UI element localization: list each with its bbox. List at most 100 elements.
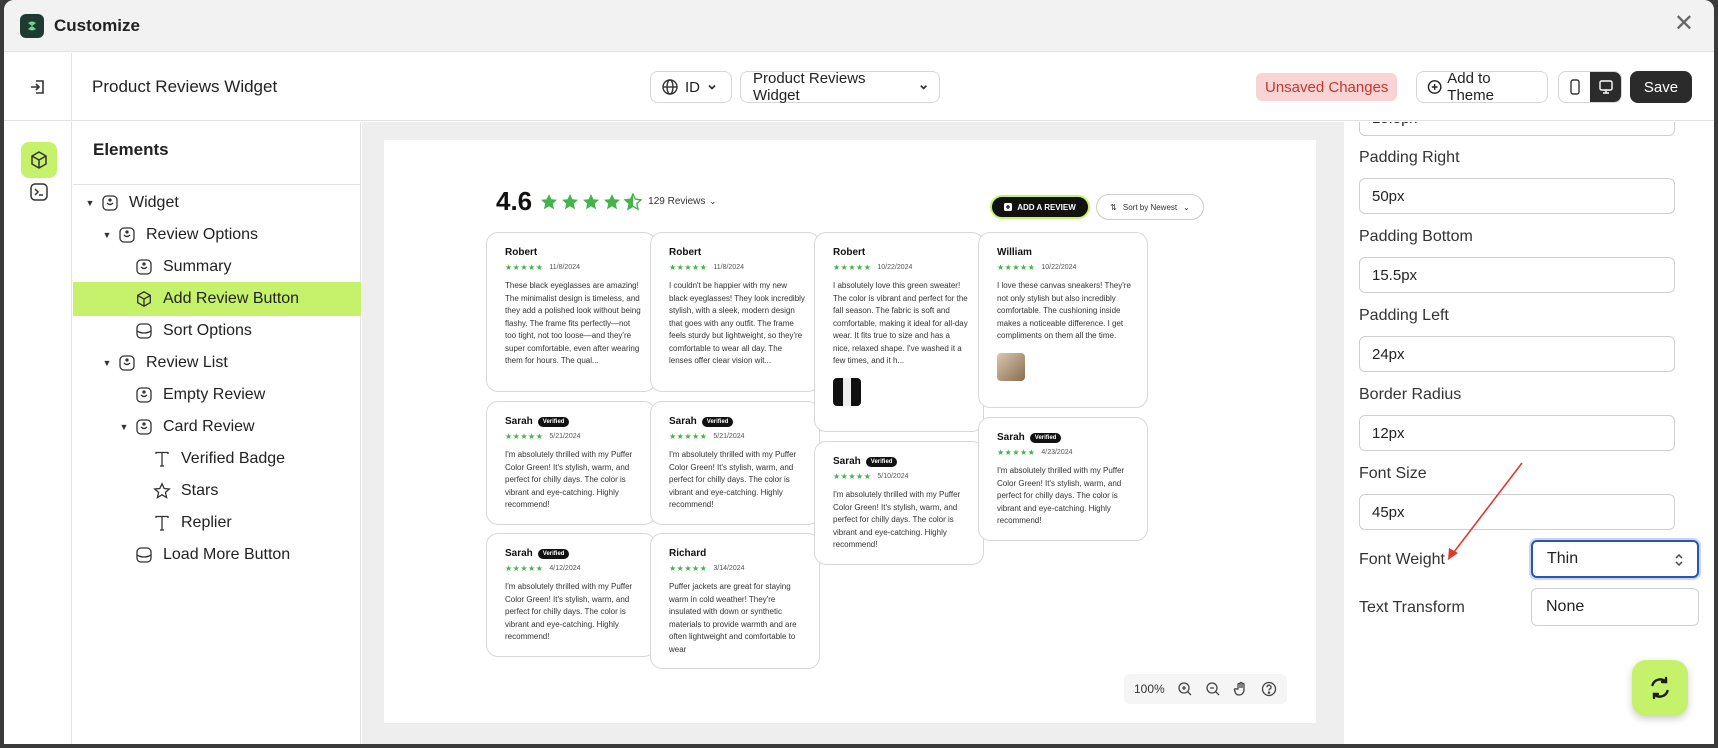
reviewer-name: Sarah — [669, 416, 697, 427]
widget-select[interactable]: Product Reviews Widget — [740, 70, 940, 104]
chevron-down-icon — [708, 84, 716, 90]
review-text: I'm absolutely thrilled with my Puffer C… — [669, 450, 797, 509]
tree-item-stars[interactable]: Stars — [73, 474, 361, 508]
review-card: Robert ★★★★★ 11/8/2024 I couldn't be happ… — [650, 232, 820, 392]
caret-down-icon[interactable]: ▼ — [119, 422, 129, 432]
tree-item-summary[interactable]: Summary — [73, 250, 361, 284]
tree-item-load-more-button[interactable]: Load More Button — [73, 538, 361, 572]
padding-right-input[interactable]: 50px — [1359, 178, 1675, 214]
review-card: William ★★★★★ 10/22/2024 I love these can… — [978, 232, 1148, 408]
review-card: Sarah Verified ★★★★★ 4/12/2024 I'm absolut… — [486, 533, 656, 657]
zoom-in-icon[interactable] — [1177, 681, 1193, 697]
review-date: 10/22/2024 — [1041, 264, 1077, 271]
reviewer-name: William — [997, 247, 1032, 258]
padding-left-input[interactable]: 24px — [1359, 336, 1675, 372]
review-text: These black eyeglasses are amazing! The … — [505, 281, 641, 365]
tree-item-card-review[interactable]: ▼ Card Review — [73, 410, 361, 444]
hand-icon[interactable] — [1233, 681, 1249, 697]
reviewer-name: Sarah — [997, 432, 1025, 443]
elements-tab-button[interactable] — [21, 142, 57, 178]
review-date: 11/8/2024 — [713, 264, 744, 271]
cube-icon — [135, 290, 153, 308]
help-icon[interactable] — [1261, 681, 1277, 697]
add-to-theme-button[interactable]: Add to Theme — [1416, 70, 1548, 104]
review-stars: ★★★★★ — [997, 448, 1036, 457]
top-toolbar: Product Reviews Widget ID Product Review… — [4, 53, 1714, 121]
review-date: 5/21/2024 — [549, 433, 581, 440]
reviewer-name: Robert — [505, 247, 538, 258]
tree-item-sort-options[interactable]: Sort Options — [73, 314, 361, 348]
padding-top-input[interactable]: 15.5px — [1359, 122, 1675, 136]
review-photo[interactable] — [997, 352, 1025, 381]
exit-button[interactable] — [4, 53, 72, 121]
padding-bottom-input[interactable]: 15.5px — [1359, 257, 1675, 293]
review-card: Sarah Verified ★★★★★ 5/21/2024 I'm absolut… — [650, 401, 820, 525]
review-text: I absolutely love this green sweater! Th… — [833, 281, 968, 365]
font-weight-select[interactable]: Thin — [1531, 540, 1699, 578]
zoom-level: 100% — [1134, 682, 1165, 696]
star-icon — [541, 193, 558, 209]
caret-down-icon[interactable]: ▼ — [102, 358, 112, 368]
text-transform-label: Text Transform — [1359, 599, 1465, 616]
language-value: ID — [685, 78, 700, 96]
review-date: 5/21/2024 — [713, 433, 745, 440]
zoom-controls: 100% — [1124, 674, 1287, 704]
review-stars: ★★★★★ — [833, 472, 872, 481]
add-review-button[interactable]: ADD A REVIEW — [990, 195, 1090, 219]
sort-select[interactable]: ⇅ Sort by Newest ⌄ — [1096, 194, 1204, 220]
review-stars: ★★★★★ — [669, 432, 708, 441]
rating-stars — [540, 192, 643, 211]
tree-item-review-list[interactable]: ▼ Review List — [73, 346, 361, 380]
review-card: Robert ★★★★★ 10/22/2024 I absolutely love… — [814, 232, 984, 432]
caret-down-icon[interactable]: ▼ — [102, 230, 112, 240]
preview-area: 4.6 129 Reviews ⌄ ADD A REVIEW ⇅ Sort by… — [362, 122, 1344, 744]
tree-item-label: Stars — [181, 482, 219, 499]
star-half-icon — [624, 192, 643, 211]
tree-item-add-review-button[interactable]: Add Review Button — [73, 282, 361, 316]
zoom-out-icon[interactable] — [1205, 681, 1221, 697]
verified-badge: Verified — [537, 548, 570, 559]
panel-icon — [135, 546, 153, 564]
review-stars: ★★★★★ — [833, 263, 872, 272]
unsaved-changes-badge: Unsaved Changes — [1256, 73, 1398, 101]
close-icon[interactable]: ✕ — [1674, 12, 1694, 36]
verified-badge: Verified — [701, 416, 734, 427]
tree-item-widget[interactable]: ▼ Widget — [73, 186, 361, 220]
tree-item-review-options[interactable]: ▼ Review Options — [73, 218, 361, 252]
save-button[interactable]: Save — [1630, 71, 1692, 103]
chevron-down-icon[interactable]: ⌄ — [709, 197, 716, 206]
cube-icon — [31, 151, 47, 169]
border-radius-input[interactable]: 12px — [1359, 415, 1675, 451]
review-photo[interactable] — [833, 377, 861, 406]
verified-badge: Verified — [1029, 432, 1062, 443]
review-card: Robert ★★★★★ 11/8/2024 These black eyegla… — [486, 232, 656, 392]
reviewer-name: Richard — [669, 548, 707, 559]
tree-item-label: Load More Button — [163, 546, 291, 563]
mobile-view-button[interactable] — [1559, 72, 1590, 102]
review-text: I'm absolutely thrilled with my Puffer C… — [833, 490, 961, 549]
plus-circle-icon — [1427, 80, 1442, 94]
font-size-label: Font Size — [1359, 465, 1427, 482]
text-transform-select[interactable]: None — [1531, 588, 1699, 626]
code-tab-button[interactable] — [21, 174, 57, 210]
review-card: Sarah Verified ★★★★★ 4/23/2024 I'm absolut… — [978, 417, 1148, 541]
font-size-input[interactable]: 45px — [1359, 494, 1675, 530]
tree-item-replier[interactable]: Replier — [73, 506, 361, 540]
properties-panel: 15.5px Padding Right 50px Padding Bottom… — [1345, 122, 1714, 744]
refresh-button[interactable] — [1632, 660, 1688, 716]
tree-item-label: Sort Options — [163, 322, 252, 339]
font-weight-value: Thin — [1547, 550, 1579, 567]
star-icon — [153, 482, 171, 500]
tree-item-empty-review[interactable]: Empty Review — [73, 378, 361, 412]
border-radius-label: Border Radius — [1359, 386, 1462, 403]
plus-square-icon — [1004, 203, 1013, 211]
review-count[interactable]: 129 Reviews — [648, 196, 705, 207]
language-select[interactable]: ID — [650, 71, 732, 103]
review-date: 3/14/2024 — [713, 565, 745, 572]
widget-icon — [135, 418, 153, 436]
caret-down-icon[interactable]: ▼ — [85, 198, 95, 208]
review-card: Sarah Verified ★★★★★ 5/21/2024 I'm absolut… — [486, 401, 656, 525]
desktop-view-button[interactable] — [1590, 72, 1621, 102]
panel-icon — [135, 322, 153, 340]
tree-item-verified-badge[interactable]: Verified Badge — [73, 442, 361, 476]
